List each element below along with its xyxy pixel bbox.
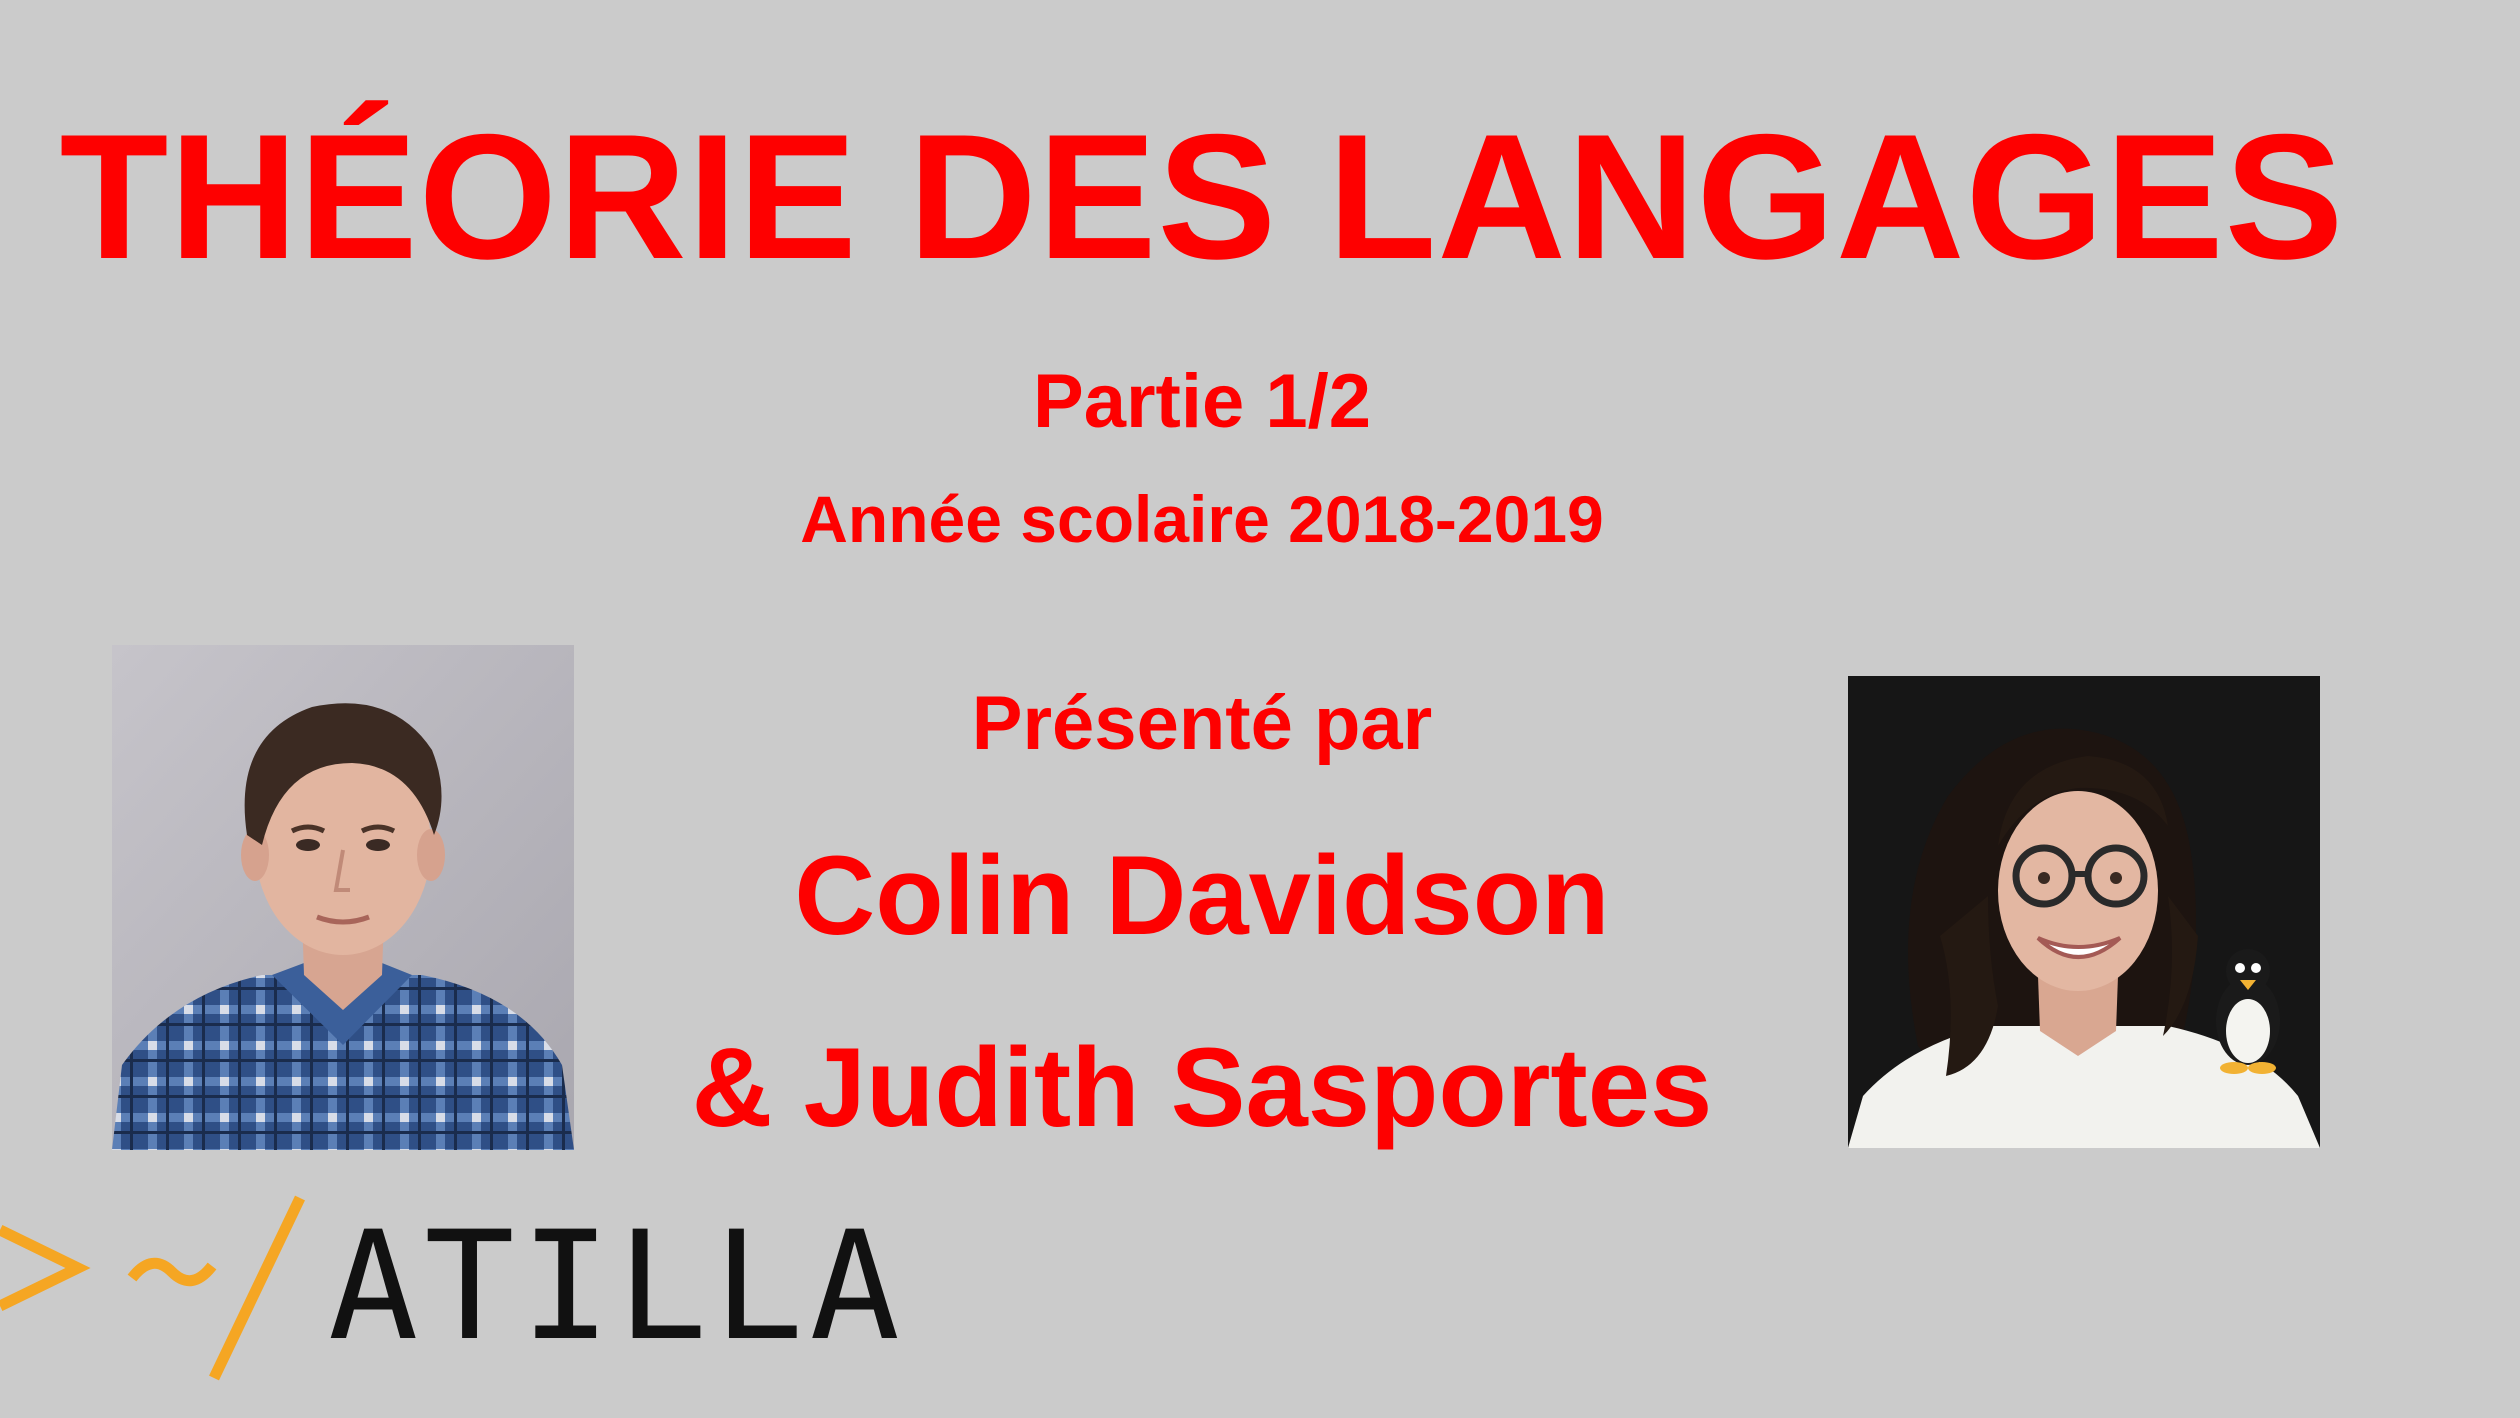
presenter-photo-left xyxy=(112,645,574,1150)
presenter-photo-left-image xyxy=(112,645,574,1150)
school-year: Année scolaire 2018-2019 xyxy=(800,482,1604,556)
atilla-logo-symbol xyxy=(0,1195,305,1381)
presenter-photo-right-image xyxy=(1848,676,2320,1148)
slide-title: THÉORIE DES LANGAGES xyxy=(59,97,2345,296)
atilla-logo: ATILLA xyxy=(0,1190,960,1390)
presenter-photo-right xyxy=(1848,676,2320,1148)
atilla-wordmark: ATILLA xyxy=(328,1200,906,1374)
slide-part: Partie 1/2 xyxy=(1033,359,1371,444)
